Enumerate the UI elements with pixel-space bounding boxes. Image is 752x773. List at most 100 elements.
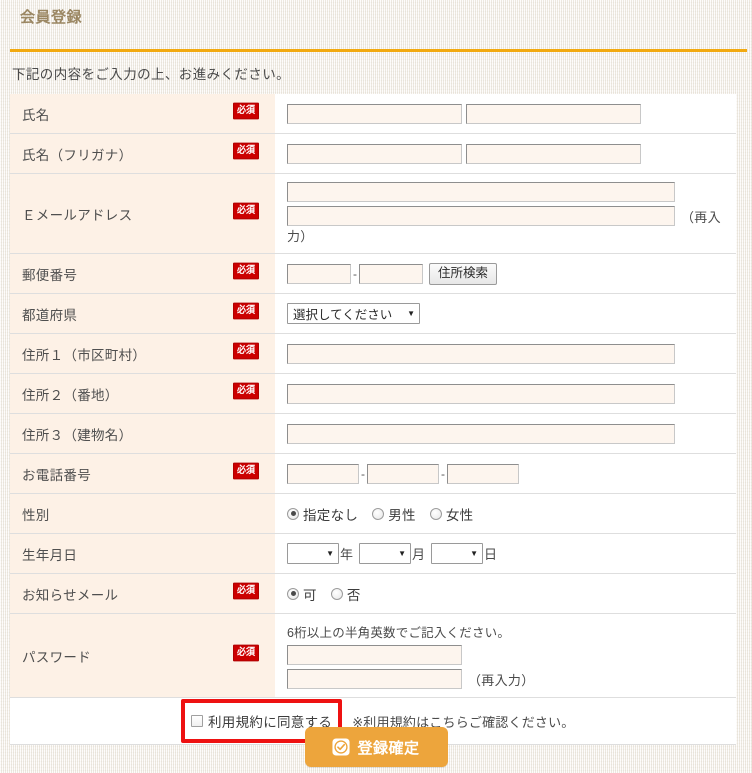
table-row-address3: 住所３（建物名） 必須 bbox=[10, 413, 736, 454]
table-row-phone: お電話番号 必須 -- bbox=[10, 453, 736, 494]
required-badge: 必須 bbox=[232, 202, 259, 220]
required-badge: 必須 bbox=[232, 302, 259, 320]
table-row-address2: 住所２（番地） 必須 bbox=[10, 373, 736, 414]
field-cell-address2 bbox=[275, 373, 736, 414]
row-label: 住所２（番地） bbox=[22, 388, 119, 403]
newsletter-option-no[interactable]: 否 bbox=[330, 584, 361, 604]
name-first-input[interactable] bbox=[465, 103, 641, 124]
birth-month-unit: 月 bbox=[412, 547, 426, 562]
zip-second-input[interactable] bbox=[359, 263, 423, 284]
required-badge: 必須 bbox=[232, 382, 259, 400]
table-row-name-kana: 氏名（フリガナ） 必須 bbox=[10, 133, 736, 174]
birth-day-unit: 日 bbox=[484, 547, 498, 562]
chevron-down-icon: ▼ bbox=[470, 548, 479, 558]
required-badge: 必須 bbox=[232, 582, 259, 600]
table-row-gender: 性別 必須 指定なし 男性 bbox=[10, 493, 736, 534]
gender-option-male[interactable]: 男性 bbox=[372, 504, 416, 524]
intro-text: 下記の内容をご入力の上、お進みください。 bbox=[12, 67, 290, 82]
field-cell-newsletter: 可 否 bbox=[275, 573, 736, 614]
gender-option-none[interactable]: 指定なし bbox=[287, 504, 358, 524]
gold-divider bbox=[10, 49, 747, 52]
prefecture-select[interactable]: 選択してください ▼ bbox=[287, 303, 420, 324]
label-cell-phone: お電話番号 必須 bbox=[10, 453, 275, 494]
field-cell-address1 bbox=[275, 333, 736, 374]
address-search-button[interactable]: 住所検索 bbox=[429, 262, 498, 285]
password-confirm-input[interactable] bbox=[287, 669, 462, 689]
label-cell-name: 氏名 必須 bbox=[10, 94, 275, 134]
phone-part1-input[interactable] bbox=[287, 463, 359, 484]
required-badge: 必須 bbox=[232, 102, 259, 120]
zip-separator: - bbox=[353, 266, 357, 281]
zip-first-input[interactable] bbox=[287, 263, 351, 284]
newsletter-option-label: 可 bbox=[303, 587, 317, 603]
chevron-down-icon: ▼ bbox=[398, 548, 407, 558]
table-row-address1: 住所１（市区町村） 必須 bbox=[10, 333, 736, 374]
gender-option-female[interactable]: 女性 bbox=[429, 504, 474, 524]
table-row-prefecture: 都道府県 必須 選択してください ▼ bbox=[10, 293, 736, 334]
address1-input[interactable] bbox=[287, 343, 675, 364]
label-cell-newsletter: お知らせメール 必須 bbox=[10, 573, 275, 614]
row-label: 氏名（フリガナ） bbox=[22, 148, 133, 163]
name-last-input[interactable] bbox=[287, 103, 462, 124]
terms-checkbox[interactable] bbox=[191, 715, 203, 727]
submit-area: 登録確定 bbox=[0, 727, 752, 767]
row-label: Ｅメールアドレス bbox=[22, 208, 133, 223]
check-circle-icon bbox=[332, 738, 351, 756]
submit-registration-button[interactable]: 登録確定 bbox=[304, 727, 448, 767]
field-cell-birthdate: ▼ 年 ▼ 月 ▼ 日 bbox=[275, 533, 736, 574]
field-cell-password: 6桁以上の半角英数でご記入ください。 （再入力） bbox=[275, 613, 736, 698]
birth-day-select[interactable]: ▼ bbox=[431, 543, 484, 564]
newsletter-radio-group: 可 否 bbox=[287, 584, 730, 604]
label-cell-address2: 住所２（番地） 必須 bbox=[10, 373, 275, 414]
password-input[interactable] bbox=[287, 645, 462, 665]
table-row-password: パスワード 必須 6桁以上の半角英数でご記入ください。 （再入力） bbox=[10, 613, 736, 698]
password-hint: 6桁以上の半角英数でご記入ください。 bbox=[287, 626, 511, 640]
email-confirm-input[interactable] bbox=[287, 206, 675, 226]
phone-separator-2: - bbox=[441, 466, 445, 481]
label-cell-zip: 郵便番号 必須 bbox=[10, 253, 275, 294]
chevron-down-icon: ▼ bbox=[326, 548, 334, 558]
phone-part3-input[interactable] bbox=[447, 463, 519, 484]
radio-unselected-icon bbox=[372, 507, 385, 520]
label-cell-birthdate: 生年月日 必須 bbox=[10, 533, 275, 574]
newsletter-option-yes[interactable]: 可 bbox=[287, 584, 317, 604]
field-cell-name-kana bbox=[275, 133, 736, 174]
radio-unselected-icon bbox=[330, 587, 343, 600]
label-cell-email: Ｅメールアドレス 必須 bbox=[10, 173, 275, 254]
field-cell-name bbox=[275, 94, 736, 134]
row-label: お電話番号 bbox=[22, 468, 91, 483]
table-row-birthdate: 生年月日 必須 ▼ 年 ▼ 月 ▼ 日 bbox=[10, 533, 736, 574]
row-label: 性別 bbox=[22, 508, 50, 523]
required-badge: 必須 bbox=[232, 262, 259, 280]
newsletter-option-label: 否 bbox=[346, 587, 361, 603]
row-label: 氏名 bbox=[22, 108, 50, 123]
label-cell-password: パスワード 必須 bbox=[10, 613, 275, 698]
table-row-zip: 郵便番号 必須 - 住所検索 bbox=[10, 253, 736, 294]
gender-option-label: 男性 bbox=[388, 507, 416, 523]
address3-input[interactable] bbox=[287, 423, 675, 444]
birth-month-select[interactable]: ▼ bbox=[359, 543, 412, 564]
row-label: 住所１（市区町村） bbox=[22, 348, 147, 363]
name-kana-last-input[interactable] bbox=[287, 143, 462, 164]
birth-year-select[interactable]: ▼ bbox=[287, 543, 339, 564]
gender-radio-group: 指定なし 男性 女性 bbox=[287, 504, 730, 524]
required-badge: 必須 bbox=[232, 462, 259, 480]
required-badge: 必須 bbox=[232, 142, 259, 160]
gender-option-label: 指定なし bbox=[303, 507, 359, 523]
radio-unselected-icon bbox=[429, 507, 442, 520]
phone-part2-input[interactable] bbox=[367, 463, 439, 484]
prefecture-select-value: 選択してください bbox=[293, 308, 393, 322]
table-row-newsletter: お知らせメール 必須 可 否 bbox=[10, 573, 736, 614]
radio-selected-icon bbox=[287, 507, 299, 520]
address2-input[interactable] bbox=[287, 383, 675, 404]
row-label: 郵便番号 bbox=[22, 268, 78, 283]
field-cell-gender: 指定なし 男性 女性 bbox=[275, 493, 736, 534]
row-label: パスワード bbox=[22, 650, 91, 665]
label-cell-gender: 性別 必須 bbox=[10, 493, 275, 534]
label-cell-address3: 住所３（建物名） 必須 bbox=[10, 413, 275, 454]
row-label: お知らせメール bbox=[22, 588, 119, 603]
name-kana-first-input[interactable] bbox=[465, 143, 641, 164]
field-cell-address3 bbox=[275, 413, 736, 454]
table-row-email: Ｅメールアドレス 必須 （再入力） bbox=[10, 173, 736, 254]
email-input[interactable] bbox=[287, 182, 675, 202]
